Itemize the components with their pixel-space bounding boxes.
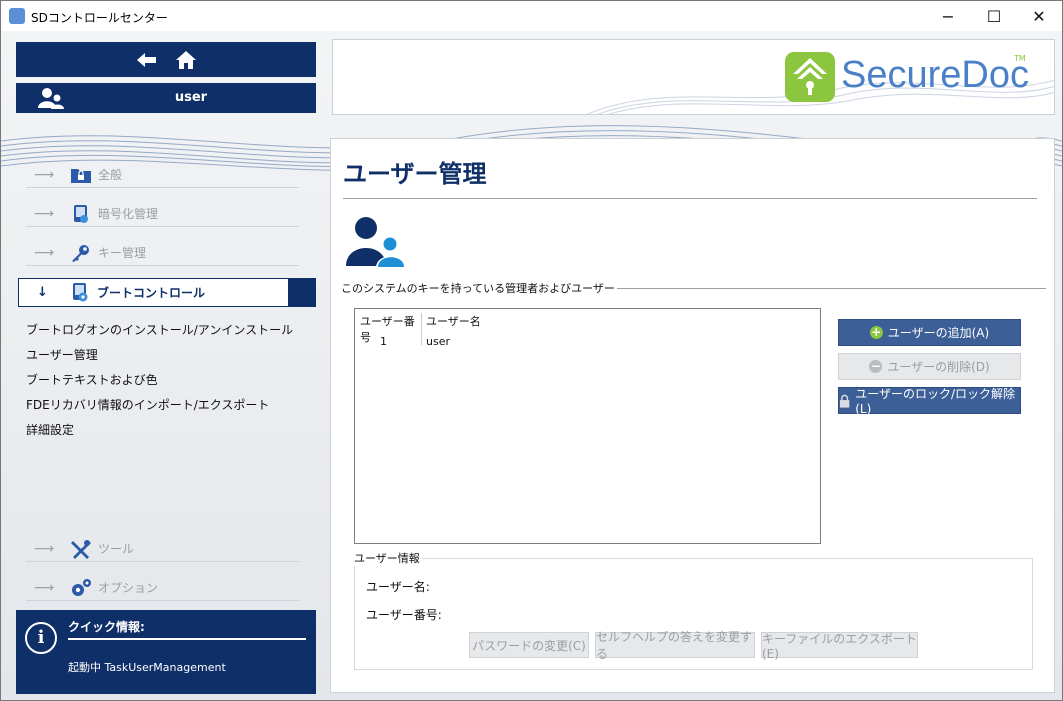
close-button[interactable]: ✕ (1016, 1, 1062, 31)
sidebar-item-label: オプション (98, 581, 159, 595)
minimize-button[interactable]: − (925, 1, 971, 31)
minus-icon: − (869, 359, 883, 373)
delete-user-button[interactable]: − ユーザーの削除(D) (838, 353, 1021, 380)
active-indicator (288, 278, 316, 307)
table-row[interactable]: 1 user (360, 335, 450, 348)
nav-top-bar (16, 42, 316, 77)
gears-icon (68, 577, 94, 599)
add-user-button[interactable]: + ユーザーの追加(A) (838, 319, 1021, 346)
sidebar-item-boot-control[interactable]: ↓ ブートコントロール (18, 278, 316, 307)
user-number-label: ユーザー番号: (366, 608, 442, 622)
quick-info-title: クイック情報: (68, 620, 145, 634)
sublink-boot-logon-install[interactable]: ブートログオンのインストール/アンインストール (26, 321, 293, 338)
tools-icon (68, 538, 94, 560)
user-name-cell: user (426, 335, 450, 348)
sidebar-item-general[interactable]: ⟶ 全般 (26, 162, 299, 188)
logo-panel: SecureDoc TM (332, 39, 1055, 115)
sidebar-item-label: ツール (98, 542, 135, 556)
app-window: SDコントロールセンター − ☐ ✕ user ⟶ 全般 ⟶ 暗号化管理 ⟶ キ… (0, 0, 1063, 701)
sublink-boot-text-color[interactable]: ブートテキストおよび色 (26, 371, 158, 388)
arrow-right-icon: ⟶ (34, 579, 55, 596)
app-icon (9, 8, 25, 24)
arrow-right-icon: ⟶ (34, 244, 55, 261)
add-user-label: ユーザーの追加(A) (887, 326, 990, 340)
divider (343, 198, 1037, 199)
sidebar-item-label: 全般 (98, 168, 123, 182)
user-list[interactable]: ユーザー番号 ユーザー名 1 user (354, 308, 821, 544)
sidebar-item-key-management[interactable]: ⟶ キー管理 (26, 240, 299, 266)
users-icon (346, 217, 406, 268)
info-icon: i (25, 622, 57, 654)
arrow-down-icon: ↓ (37, 285, 48, 300)
lock-user-button[interactable]: ユーザーのロック/ロック解除(L) (838, 387, 1021, 416)
home-icon[interactable] (175, 50, 197, 70)
quick-info-text: 起動中 TaskUserManagement (68, 661, 226, 674)
sidebar-item-encryption[interactable]: ⟶ 暗号化管理 (26, 201, 299, 227)
main-area: user ⟶ 全般 ⟶ 暗号化管理 ⟶ キー管理 ↓ ブートコントロール ブート… (1, 31, 1062, 700)
securedoc-logo-text: SecureDoc (841, 54, 1029, 96)
sublink-fde-recovery[interactable]: FDEリカバリ情報のインポート/エクスポート (26, 396, 269, 413)
arrow-right-icon: ⟶ (34, 205, 55, 222)
title-bar: SDコントロールセンター − ☐ ✕ (1, 1, 1062, 31)
sidebar-item-label: 暗号化管理 (98, 207, 159, 221)
export-keyfile-button[interactable]: キーファイルのエクスポート(E) (761, 632, 918, 661)
sublink-user-management[interactable]: ユーザー管理 (26, 346, 98, 363)
plus-icon: + (869, 325, 883, 339)
padlock-icon (839, 394, 850, 408)
content-panel: ユーザー管理 このシステムのキーを持っている管理者およびユーザー ユーザー番号 … (330, 138, 1055, 693)
back-arrow-icon[interactable] (135, 52, 157, 68)
sidebar-item-tools[interactable]: ⟶ ツール (26, 536, 299, 562)
encryption-icon (68, 203, 94, 225)
boot-control-icon (67, 282, 93, 303)
trademark-mark: TM (1014, 54, 1026, 63)
sublink-advanced-settings[interactable]: 詳細設定 (26, 421, 74, 438)
lock-user-label: ユーザーのロック/ロック解除(L) (855, 387, 1016, 416)
delete-user-label: ユーザーの削除(D) (887, 360, 990, 374)
user-name-label: ユーザー名: (366, 580, 430, 594)
securedoc-logo-icon (785, 52, 835, 102)
change-password-button[interactable]: パスワードの変更(C) (469, 632, 589, 658)
user-info-title: ユーザー情報 (352, 550, 422, 566)
divider (593, 288, 1046, 289)
user-number-cell: 1 (380, 335, 387, 348)
sidebar-item-label: ブートコントロール (97, 286, 206, 300)
section-title: このシステムのキーを持っている管理者およびユーザー (341, 280, 617, 296)
divider (68, 638, 306, 640)
window-title: SDコントロールセンター (31, 11, 168, 25)
maximize-button[interactable]: ☐ (971, 1, 1017, 31)
user-label: user (174, 90, 208, 105)
lock-folder-icon (68, 164, 94, 186)
user-bar: user (16, 83, 316, 113)
sidebar-item-options[interactable]: ⟶ オプション (26, 575, 299, 601)
page-title: ユーザー管理 (343, 160, 487, 188)
arrow-right-icon: ⟶ (34, 166, 55, 183)
quick-info-panel: i クイック情報: 起動中 TaskUserManagement (16, 610, 316, 694)
arrow-right-icon: ⟶ (34, 540, 55, 557)
change-selfhelp-button[interactable]: セルフヘルプの答えを変更する (595, 630, 755, 661)
key-icon (68, 242, 94, 264)
sidebar-item-label: キー管理 (98, 246, 147, 260)
